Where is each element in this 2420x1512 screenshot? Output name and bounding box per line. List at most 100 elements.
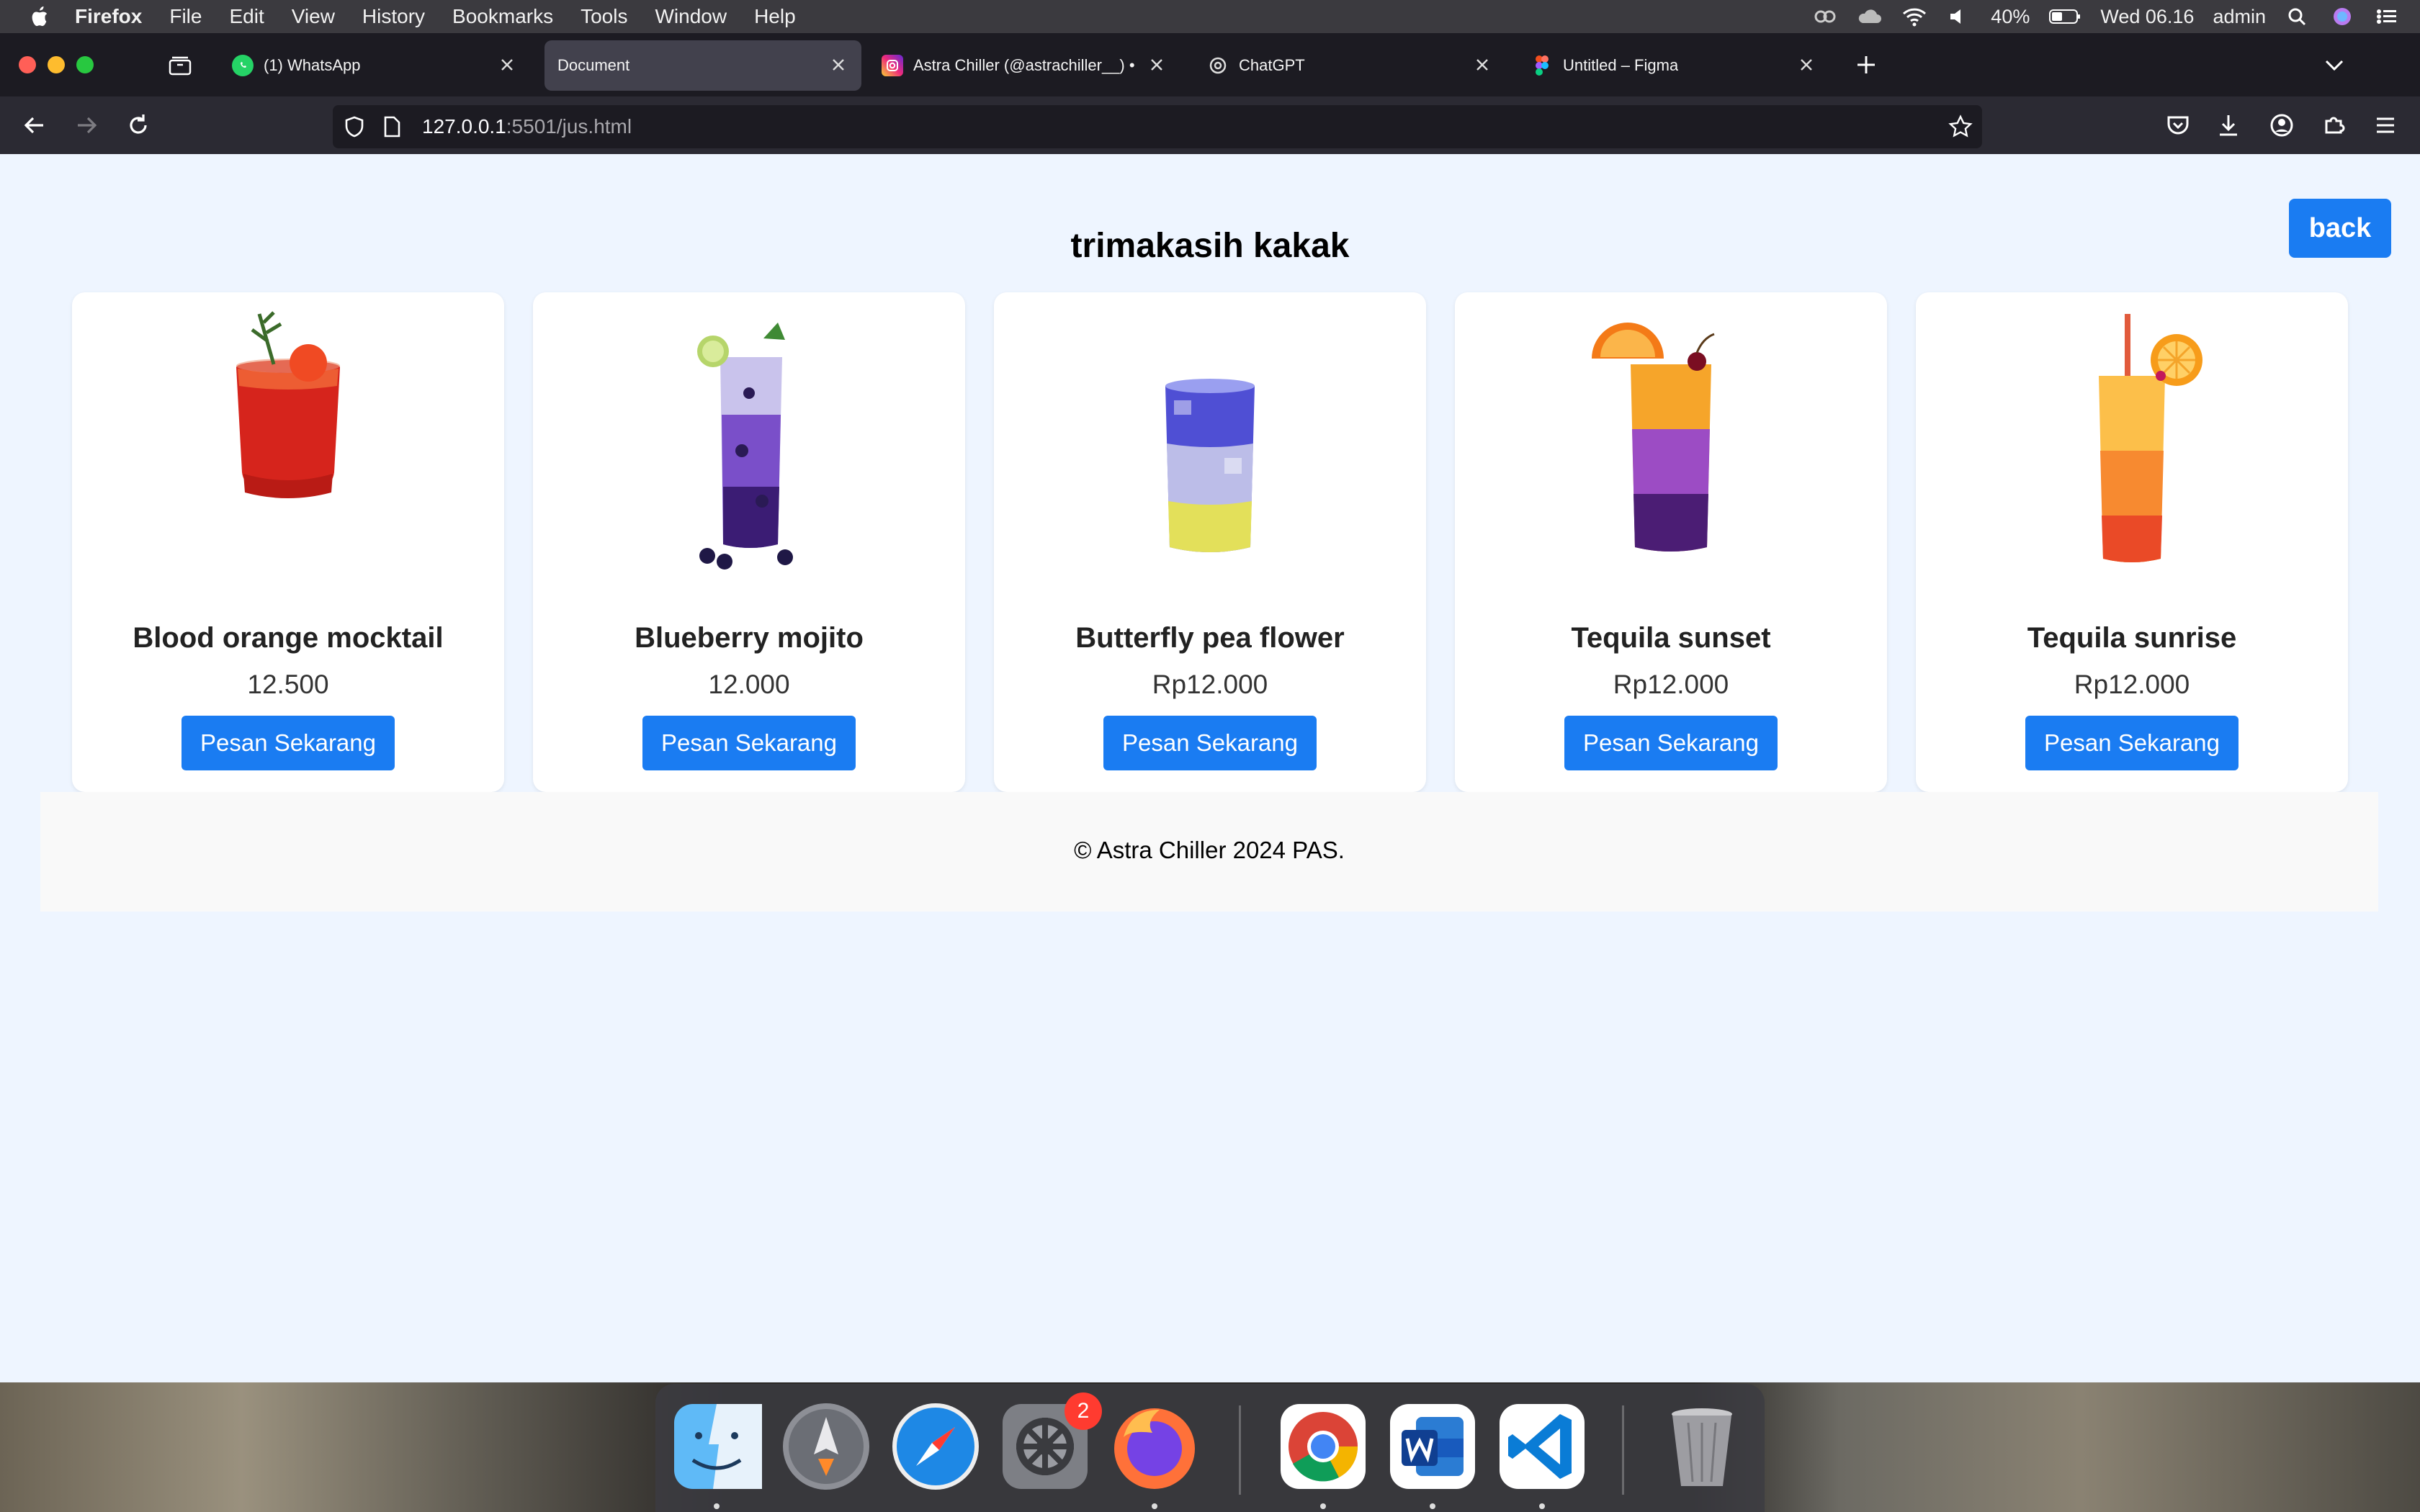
tab-chatgpt[interactable]: ChatGPT: [1194, 40, 1505, 91]
tracking-protection-shield-icon[interactable]: [343, 115, 366, 138]
close-tab-icon[interactable]: [498, 56, 516, 73]
siri-icon[interactable]: [2329, 6, 2355, 27]
product-price: 12.000: [708, 670, 790, 699]
window-zoom-button[interactable]: [76, 56, 94, 73]
dock-separator: [1239, 1405, 1241, 1495]
order-now-button[interactable]: Pesan Sekarang: [182, 716, 395, 770]
window-minimize-button[interactable]: [48, 56, 65, 73]
clock[interactable]: Wed 06.16: [2100, 6, 2194, 28]
close-tab-icon[interactable]: [1474, 56, 1491, 73]
creative-cloud-icon[interactable]: [1812, 6, 1838, 27]
user-name[interactable]: admin: [2213, 6, 2266, 28]
finder-icon[interactable]: [671, 1401, 762, 1492]
tequila-sunrise-image: [2099, 314, 2202, 562]
reload-icon[interactable]: [124, 111, 153, 140]
menu-history[interactable]: History: [362, 5, 425, 28]
tequila-sunset-image: [1592, 323, 1715, 552]
whatsapp-icon: [232, 55, 254, 76]
macos-dock: [655, 1384, 1765, 1512]
product-name: Blueberry mojito: [635, 622, 864, 654]
url-host: 127.0.0.1: [422, 115, 506, 138]
product-card: Blood orange mocktail 12.500 Pesan Sekar…: [72, 292, 504, 792]
product-card: Tequila sunset Rp12.000 Pesan Sekarang: [1455, 292, 1887, 792]
control-center-icon[interactable]: [2374, 6, 2400, 27]
downloads-icon[interactable]: [2214, 111, 2243, 140]
tab-instagram[interactable]: Astra Chiller (@astrachiller__) •: [869, 40, 1180, 91]
product-card: Butterfly pea flower Rp12.000 Pesan Seka…: [994, 292, 1426, 792]
chrome-icon[interactable]: [1278, 1401, 1368, 1492]
page-footer: © Astra Chiller 2024 PAS.: [40, 792, 2378, 912]
new-tab-icon[interactable]: [1855, 53, 1878, 76]
forward-arrow-icon[interactable]: [72, 111, 101, 140]
close-tab-icon[interactable]: [1148, 56, 1165, 73]
safari-icon[interactable]: [890, 1401, 981, 1492]
window-close-button[interactable]: [19, 56, 36, 73]
product-price: Rp12.000: [2074, 670, 2190, 699]
running-indicator: [1430, 1503, 1435, 1509]
instagram-icon: [882, 55, 903, 76]
chatgpt-icon: [1207, 55, 1229, 76]
macos-menu-bar: Firefox File Edit View History Bookmarks…: [0, 0, 2420, 33]
tab-label: Astra Chiller (@astrachiller__) •: [913, 56, 1135, 74]
product-grid: Blood orange mocktail 12.500 Pesan Sekar…: [72, 292, 2348, 792]
spotlight-search-icon[interactable]: [2285, 6, 2311, 27]
apple-logo-icon[interactable]: [29, 6, 49, 27]
menu-tools[interactable]: Tools: [581, 5, 627, 28]
back-arrow-icon[interactable]: [20, 111, 49, 140]
menu-help[interactable]: Help: [754, 5, 796, 28]
figma-icon: [1531, 55, 1553, 76]
trash-icon[interactable]: [1657, 1401, 1747, 1492]
product-card: Blueberry mojito 12.000 Pesan Sekarang: [533, 292, 965, 792]
butterfly-pea-flower-image: [1165, 379, 1255, 552]
copyright-text: © Astra Chiller 2024 PAS.: [1074, 837, 1345, 863]
extensions-icon[interactable]: [2319, 111, 2348, 140]
product-price: 12.500: [247, 670, 329, 699]
url-text[interactable]: 127.0.0.1:5501/jus.html: [422, 115, 632, 138]
pocket-icon[interactable]: [2164, 111, 2192, 140]
browser-nav-bar: 127.0.0.1:5501/jus.html: [0, 96, 2420, 154]
address-bar[interactable]: 127.0.0.1:5501/jus.html: [333, 105, 1982, 148]
volume-icon[interactable]: [1946, 6, 1972, 27]
account-icon[interactable]: [2267, 111, 2296, 140]
launchpad-icon[interactable]: [781, 1401, 871, 1492]
firefox-icon[interactable]: [1109, 1401, 1200, 1492]
order-now-button[interactable]: Pesan Sekarang: [642, 716, 856, 770]
page-info-icon[interactable]: [382, 115, 402, 138]
running-indicator: [1320, 1503, 1326, 1509]
icloud-icon[interactable]: [1857, 6, 1883, 27]
hamburger-menu-icon[interactable]: [2371, 111, 2400, 140]
menu-edit[interactable]: Edit: [229, 5, 264, 28]
tab-figma[interactable]: Untitled – Figma: [1518, 40, 1829, 91]
url-path: :5501/jus.html: [506, 115, 632, 138]
product-price: Rp12.000: [1152, 670, 1268, 699]
order-now-button[interactable]: Pesan Sekarang: [1564, 716, 1778, 770]
running-indicator: [714, 1503, 720, 1509]
page-title: trimakasih kakak: [1070, 227, 1350, 265]
blood-orange-mocktail-image: [236, 311, 340, 498]
menu-bookmarks[interactable]: Bookmarks: [452, 5, 553, 28]
order-now-button[interactable]: Pesan Sekarang: [1103, 716, 1317, 770]
firefox-view-icon[interactable]: [168, 55, 192, 76]
order-now-button[interactable]: Pesan Sekarang: [2025, 716, 2238, 770]
notification-badge: 2: [1065, 1392, 1102, 1430]
menu-view[interactable]: View: [292, 5, 335, 28]
product-price: Rp12.000: [1613, 670, 1729, 699]
tab-whatsapp[interactable]: (1) WhatsApp: [219, 40, 530, 91]
tab-label: Document: [557, 56, 630, 74]
microsoft-word-icon[interactable]: [1387, 1401, 1478, 1492]
bookmark-star-icon[interactable]: [1948, 114, 1973, 140]
web-page: back trimakasih kakak Blood orange mockt…: [0, 154, 2420, 1382]
battery-percent: 40%: [1991, 5, 2030, 27]
close-tab-icon[interactable]: [830, 56, 847, 73]
tab-label: Untitled – Figma: [1563, 56, 1679, 74]
blueberry-mojito-image: [697, 323, 793, 570]
vscode-icon[interactable]: [1497, 1401, 1587, 1492]
chevron-down-icon[interactable]: [2323, 56, 2345, 73]
menu-window[interactable]: Window: [655, 5, 727, 28]
close-tab-icon[interactable]: [1798, 56, 1815, 73]
menu-firefox[interactable]: Firefox: [75, 5, 142, 28]
menu-file[interactable]: File: [169, 5, 202, 28]
tab-document[interactable]: Document: [544, 40, 861, 91]
battery-icon[interactable]: [2048, 6, 2081, 27]
wifi-icon[interactable]: [1901, 6, 1927, 27]
